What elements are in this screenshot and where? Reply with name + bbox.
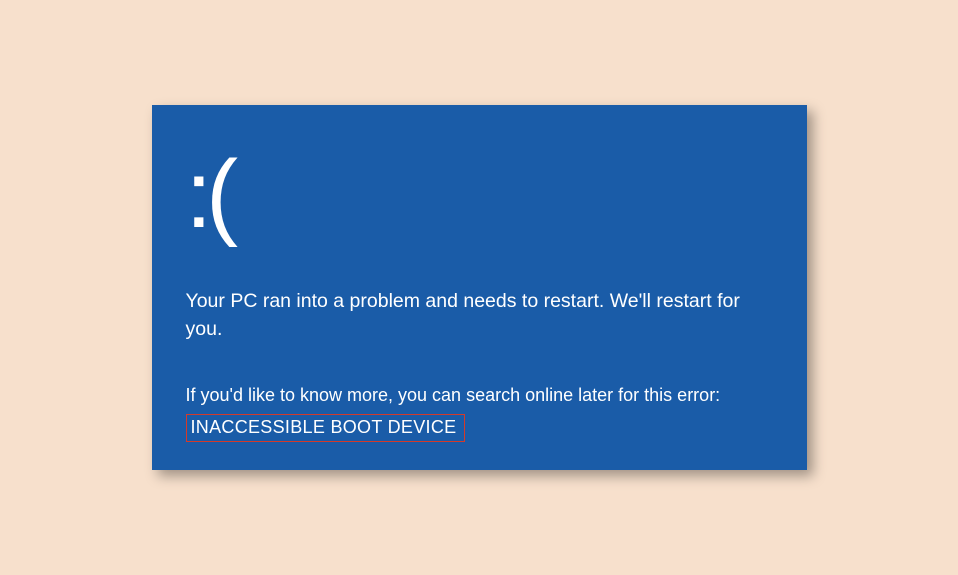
bsod-primary-message: Your PC ran into a problem and needs to …: [186, 287, 766, 344]
bsod-window: :( Your PC ran into a problem and needs …: [152, 105, 807, 470]
error-code-highlight: INACCESSIBLE BOOT DEVICE: [186, 414, 466, 442]
sad-face-icon: :(: [186, 147, 773, 243]
bsod-secondary-message: If you'd like to know more, you can sear…: [186, 382, 773, 408]
error-code: INACCESSIBLE BOOT DEVICE: [191, 417, 457, 437]
